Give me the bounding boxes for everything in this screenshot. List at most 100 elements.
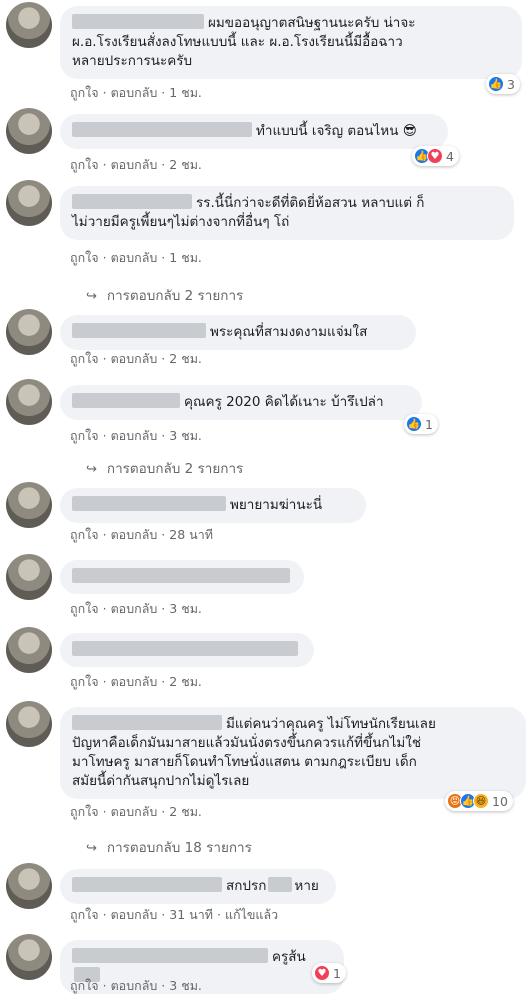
reply-link[interactable]: ตอบกลับ	[111, 905, 158, 925]
separator: ·	[161, 804, 166, 819]
reply-arrow-icon: ↪	[86, 841, 97, 856]
comment-actions: ถูกใจ · ตอบกลับ · 3 ชม.	[70, 976, 202, 996]
redacted-name[interactable]	[72, 715, 222, 730]
separator: ·	[102, 978, 107, 993]
reply-arrow-icon: ↪	[86, 289, 97, 304]
avatar[interactable]	[6, 2, 52, 48]
reply-link[interactable]: ตอบกลับ	[111, 426, 158, 446]
avatar[interactable]	[6, 554, 52, 600]
separator: ·	[161, 351, 166, 366]
avatar[interactable]	[6, 108, 52, 154]
comment-text-line: คุณครู 2020 คิดได้เนาะ บ้ารึเปล่า	[184, 394, 384, 410]
like-link[interactable]: ถูกใจ	[70, 905, 99, 925]
reply-link[interactable]: ตอบกลับ	[111, 599, 158, 619]
timestamp[interactable]: 3 ชม.	[169, 599, 202, 619]
separator: ·	[161, 85, 166, 100]
view-replies-link[interactable]: ↪ การตอบกลับ 2 รายการ	[86, 457, 243, 479]
comment-text-line: ทำแบบนี้ เจริญ ตอนไหน 😎	[256, 123, 417, 139]
reply-link[interactable]: ตอบกลับ	[111, 349, 158, 369]
avatar[interactable]	[6, 863, 52, 909]
comment-actions: ถูกใจ · ตอบกลับ · 2 ชม.	[70, 349, 202, 369]
redacted-name[interactable]	[72, 14, 204, 29]
reaction-summary[interactable]: 👍 ♥ 4	[412, 146, 459, 166]
comment-actions: ถูกใจ · ตอบกลับ · 3 ชม.	[70, 426, 202, 446]
like-link[interactable]: ถูกใจ	[70, 248, 99, 268]
avatar[interactable]	[6, 379, 52, 425]
avatar[interactable]	[6, 180, 52, 226]
avatar[interactable]	[6, 934, 52, 980]
avatar[interactable]	[6, 482, 52, 528]
like-icon: 👍	[488, 76, 504, 92]
reaction-summary[interactable]: 😡 👍 😆 10	[445, 791, 513, 811]
separator: ·	[161, 907, 166, 922]
like-link[interactable]: ถูกใจ	[70, 672, 99, 692]
comment-bubble: สกปรก หาย	[60, 869, 336, 904]
timestamp[interactable]: 3 ชม.	[169, 976, 202, 996]
like-link[interactable]: ถูกใจ	[70, 525, 99, 545]
view-replies-link[interactable]: ↪ การตอบกลับ 18 รายการ	[86, 836, 252, 858]
reaction-summary[interactable]: 👍 3	[486, 74, 520, 94]
separator: ·	[102, 804, 107, 819]
comment-bubble	[60, 633, 314, 667]
comment-text-line: หาย	[294, 878, 319, 894]
redacted-name[interactable]	[72, 194, 192, 209]
redacted-name[interactable]	[72, 393, 180, 408]
comment-bubble	[60, 560, 304, 594]
separator: ·	[161, 157, 166, 172]
like-link[interactable]: ถูกใจ	[70, 599, 99, 619]
reaction-summary[interactable]: 👍 1	[404, 414, 438, 434]
replies-count-label: การตอบกลับ 2 รายการ	[106, 288, 244, 304]
like-link[interactable]: ถูกใจ	[70, 976, 99, 996]
reply-link[interactable]: ตอบกลับ	[111, 525, 158, 545]
reply-link[interactable]: ตอบกลับ	[111, 248, 158, 268]
reaction-summary[interactable]: ♥ 1	[312, 963, 346, 983]
timestamp[interactable]: 2 ชม.	[169, 155, 202, 175]
edited-label[interactable]: แก้ไขแล้ว	[225, 905, 278, 925]
like-link[interactable]: ถูกใจ	[70, 83, 99, 103]
like-link[interactable]: ถูกใจ	[70, 802, 99, 822]
reply-link[interactable]: ตอบกลับ	[111, 672, 158, 692]
redacted-name[interactable]	[72, 877, 222, 892]
comment-bubble: คุณครู 2020 คิดได้เนาะ บ้ารึเปล่า	[60, 385, 422, 420]
comment-bubble: ทำแบบนี้ เจริญ ตอนไหน 😎	[60, 114, 448, 149]
comment-feed: ผมขออนุญาตสนิษฐานนะครับ น่าจะ ผ.อ.โรงเรี…	[0, 0, 529, 1000]
timestamp[interactable]: 1 ชม.	[169, 83, 202, 103]
like-icon: 👍	[406, 416, 422, 432]
reply-link[interactable]: ตอบกลับ	[111, 83, 158, 103]
redacted-name[interactable]	[72, 948, 268, 963]
timestamp[interactable]: 2 ชม.	[169, 349, 202, 369]
timestamp[interactable]: 1 ชม.	[169, 248, 202, 268]
redacted-name[interactable]	[72, 122, 252, 137]
like-link[interactable]: ถูกใจ	[70, 426, 99, 446]
like-link[interactable]: ถูกใจ	[70, 155, 99, 175]
avatar[interactable]	[6, 701, 52, 747]
timestamp[interactable]: 2 ชม.	[169, 672, 202, 692]
comment-text-line: พยายามฆ่านะนี่	[230, 497, 323, 513]
reply-link[interactable]: ตอบกลับ	[111, 155, 158, 175]
redacted-name[interactable]	[72, 568, 290, 583]
reply-link[interactable]: ตอบกลับ	[111, 802, 158, 822]
comment-text-line: ผ.อ.โรงเรียนสั่งลงโทษแบบนี้ และ ผ.อ.โรงเ…	[72, 34, 403, 50]
avatar[interactable]	[6, 627, 52, 673]
like-link[interactable]: ถูกใจ	[70, 349, 99, 369]
reaction-count: 3	[507, 76, 515, 92]
comment-actions: ถูกใจ · ตอบกลับ · 2 ชม.	[70, 155, 202, 175]
view-replies-link[interactable]: ↪ การตอบกลับ 2 รายการ	[86, 284, 243, 306]
reply-link[interactable]: ตอบกลับ	[111, 976, 158, 996]
reaction-count: 1	[333, 965, 341, 981]
avatar[interactable]	[6, 309, 52, 355]
timestamp[interactable]: 2 ชม.	[169, 802, 202, 822]
separator: ·	[102, 601, 107, 616]
redacted-name[interactable]	[72, 641, 298, 656]
redacted-name[interactable]	[72, 496, 226, 511]
timestamp[interactable]: 31 นาที	[169, 905, 213, 925]
timestamp[interactable]: 3 ชม.	[169, 426, 202, 446]
comment-bubble: พระคุณที่สามงดงามแจ่มใส	[60, 315, 416, 350]
comment-bubble: รร.นี้นี่กว่าจะดีที่ติดยี่ห้อสวน หลาบแต่…	[60, 186, 514, 240]
redacted-name[interactable]	[72, 323, 206, 338]
comment-actions: ถูกใจ · ตอบกลับ · 28 นาที	[70, 525, 213, 545]
separator: ·	[102, 527, 107, 542]
timestamp[interactable]: 28 นาที	[169, 525, 213, 545]
comment-text-line: รร.นี้นี่กว่าจะดีที่ติดยี่ห้อสวน หลาบแต่…	[196, 195, 425, 211]
reply-arrow-icon: ↪	[86, 462, 97, 477]
